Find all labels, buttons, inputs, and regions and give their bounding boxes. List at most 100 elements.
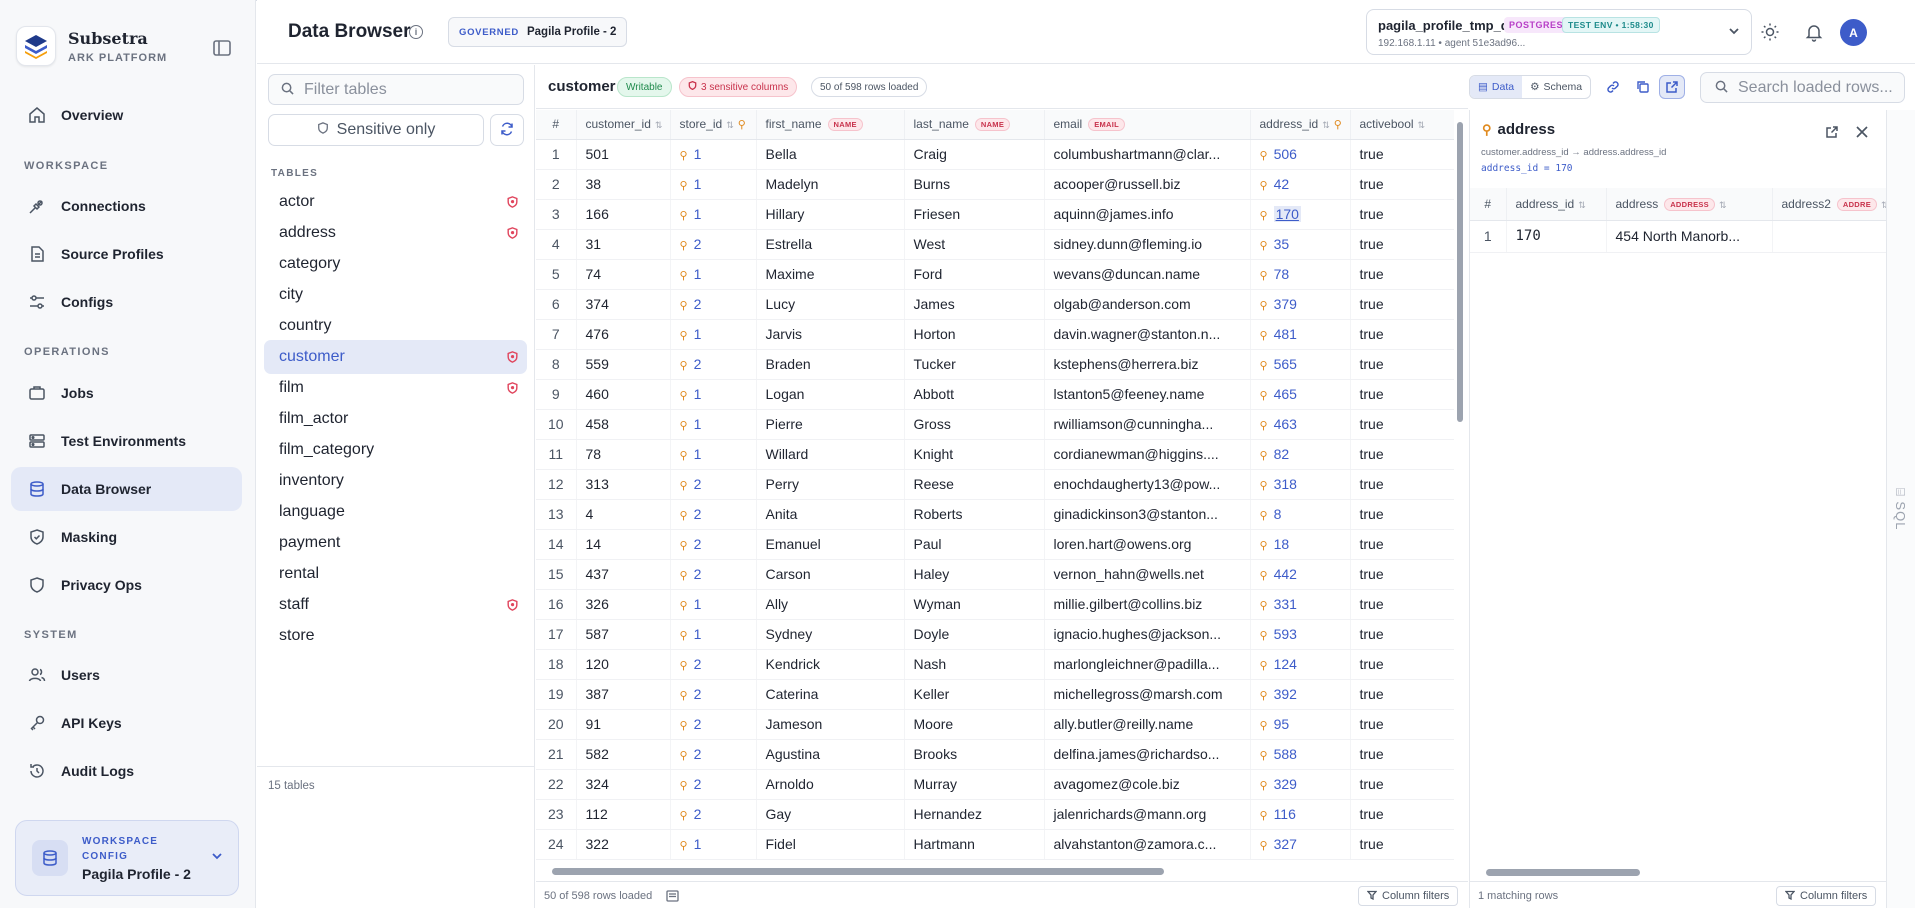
cell-address-id[interactable]: ⚲ 170: [1250, 199, 1351, 230]
cell-email[interactable]: millie.gilbert@collins.biz: [1044, 589, 1251, 620]
cell-address-id[interactable]: ⚲ 465: [1250, 379, 1351, 410]
cell-email[interactable]: kstephens@herrera.biz: [1044, 349, 1251, 380]
address-link[interactable]: 481: [1274, 326, 1297, 342]
nav-configs[interactable]: Configs: [11, 280, 242, 324]
address-link[interactable]: 8: [1274, 506, 1282, 522]
table-item-customer[interactable]: customer: [264, 340, 527, 374]
cell-first-name[interactable]: Logan: [756, 379, 905, 410]
cell-activebool[interactable]: true: [1350, 349, 1454, 380]
sort-icon[interactable]: ⇅: [1719, 200, 1727, 210]
nav-audit-logs[interactable]: Audit Logs: [11, 749, 242, 793]
external-link-icon[interactable]: [1659, 75, 1685, 99]
cell-first-name[interactable]: Bella: [756, 139, 905, 170]
column-header-address2[interactable]: address2ADDRE⇅: [1772, 188, 1887, 221]
address-link[interactable]: 465: [1274, 386, 1297, 402]
cell-address-id[interactable]: ⚲ 463: [1250, 409, 1351, 440]
cell-customer-id[interactable]: 313: [576, 469, 671, 500]
cell-last-name[interactable]: Nash: [904, 649, 1045, 680]
cell-address-id[interactable]: ⚲ 588: [1250, 739, 1351, 770]
cell-customer-id[interactable]: 324: [576, 769, 671, 800]
cell-customer-id[interactable]: 501: [576, 139, 671, 170]
filter-tables-input[interactable]: [304, 80, 504, 99]
cell-last-name[interactable]: Paul: [904, 529, 1045, 560]
cell-customer-id[interactable]: 476: [576, 319, 671, 350]
cell-activebool[interactable]: true: [1350, 799, 1454, 830]
horizontal-scrollbar[interactable]: [540, 866, 1458, 876]
cell-address-id[interactable]: ⚲ 35: [1250, 229, 1351, 260]
store-link[interactable]: 1: [694, 266, 702, 282]
store-link[interactable]: 1: [694, 176, 702, 192]
related-horizontal-scrollbar[interactable]: [1474, 867, 1878, 877]
table-row[interactable]: 15 437 ⚲ 2 Carson Haley vernon_hahn@wells.net ⚲…: [536, 559, 1454, 590]
cell-store-id[interactable]: ⚲ 1: [670, 589, 757, 620]
cell-activebool[interactable]: true: [1350, 829, 1454, 860]
table-row[interactable]: 1 501 ⚲ 1 Bella Craig columbushartmann@clar...…: [536, 139, 1454, 170]
address-link[interactable]: 18: [1274, 536, 1290, 552]
cell-email[interactable]: delfina.james@richardso...: [1044, 739, 1251, 770]
table-item-staff[interactable]: staff: [264, 588, 527, 622]
table-row[interactable]: 4 31 ⚲ 2 Estrella West sidney.dunn@fleming.io ⚲…: [536, 229, 1454, 260]
store-link[interactable]: 2: [694, 296, 702, 312]
address-link[interactable]: 318: [1274, 476, 1297, 492]
cell-customer-id[interactable]: 78: [576, 439, 671, 470]
column-header-last-name[interactable]: last_name NAME: [904, 110, 1045, 140]
cell-first-name[interactable]: Braden: [756, 349, 905, 380]
column-header-address-id[interactable]: address_id ⇅: [1506, 188, 1607, 221]
cell-store-id[interactable]: ⚲ 1: [670, 319, 757, 350]
cell-customer-id[interactable]: 38: [576, 169, 671, 200]
cell-first-name[interactable]: Arnoldo: [756, 769, 905, 800]
column-filters-button[interactable]: Column filters: [1358, 886, 1459, 906]
cell-store-id[interactable]: ⚲ 2: [670, 559, 757, 590]
cell-first-name[interactable]: Sydney: [756, 619, 905, 650]
cell-last-name[interactable]: James: [904, 289, 1045, 320]
column-header--[interactable]: #: [536, 110, 577, 140]
store-link[interactable]: 2: [694, 806, 702, 822]
store-link[interactable]: 1: [694, 386, 702, 402]
cell-first-name[interactable]: Ally: [756, 589, 905, 620]
cell-last-name[interactable]: Burns: [904, 169, 1045, 200]
table-item-payment[interactable]: payment: [264, 526, 527, 560]
table-row[interactable]: 3 166 ⚲ 1 Hillary Friesen aquinn@james.info ⚲ 17…: [536, 199, 1454, 230]
cell-last-name[interactable]: West: [904, 229, 1045, 260]
cell-first-name[interactable]: Jarvis: [756, 319, 905, 350]
column-header-activebool[interactable]: activebool ⇅: [1350, 110, 1454, 140]
info-icon[interactable]: i: [409, 25, 423, 39]
cell-store-id[interactable]: ⚲ 1: [670, 169, 757, 200]
cell-customer-id[interactable]: 14: [576, 529, 671, 560]
related-cell-address[interactable]: 454 North Manorb...: [1606, 220, 1773, 253]
cell-customer-id[interactable]: 437: [576, 559, 671, 590]
cell-activebool[interactable]: true: [1350, 739, 1454, 770]
cell-last-name[interactable]: Tucker: [904, 349, 1045, 380]
sort-icon[interactable]: ⇅: [1418, 120, 1426, 130]
cell-email[interactable]: ginadickinson3@stanton...: [1044, 499, 1251, 530]
sensitive-only-button[interactable]: Sensitive only: [268, 114, 484, 146]
link-icon[interactable]: [1600, 75, 1626, 99]
cell-last-name[interactable]: Keller: [904, 679, 1045, 710]
sort-icon[interactable]: ⇅: [1322, 120, 1330, 130]
cell-activebool[interactable]: true: [1350, 379, 1454, 410]
cell-email[interactable]: loren.hart@owens.org: [1044, 529, 1251, 560]
address-link[interactable]: 588: [1274, 746, 1297, 762]
nav-data-browser[interactable]: Data Browser: [11, 467, 242, 511]
store-link[interactable]: 2: [694, 476, 702, 492]
column-header-email[interactable]: email EMAIL: [1044, 110, 1251, 140]
cell-activebool[interactable]: true: [1350, 139, 1454, 170]
cell-first-name[interactable]: Anita: [756, 499, 905, 530]
cell-first-name[interactable]: Fidel: [756, 829, 905, 860]
cell-activebool[interactable]: true: [1350, 709, 1454, 740]
cell-last-name[interactable]: Craig: [904, 139, 1045, 170]
cell-address-id[interactable]: ⚲ 565: [1250, 349, 1351, 380]
cell-store-id[interactable]: ⚲ 1: [670, 379, 757, 410]
cell-email[interactable]: ally.butler@reilly.name: [1044, 709, 1251, 740]
table-row[interactable]: 11 78 ⚲ 1 Willard Knight cordianewman@higgins.…: [536, 439, 1454, 470]
cell-address-id[interactable]: ⚲ 18: [1250, 529, 1351, 560]
cell-store-id[interactable]: ⚲ 1: [670, 619, 757, 650]
cell-activebool[interactable]: true: [1350, 559, 1454, 590]
sort-icon[interactable]: ⇅: [1578, 200, 1586, 210]
table-row[interactable]: 18 120 ⚲ 2 Kendrick Nash marlongleichner@padil…: [536, 649, 1454, 680]
cell-last-name[interactable]: Reese: [904, 469, 1045, 500]
table-row[interactable]: 5 74 ⚲ 1 Maxime Ford wevans@duncan.name ⚲ 78 true: [536, 259, 1454, 290]
nav-api-keys[interactable]: API Keys: [11, 701, 242, 745]
cell-email[interactable]: vernon_hahn@wells.net: [1044, 559, 1251, 590]
column-header-address-id[interactable]: address_id ⇅ ⚲: [1250, 110, 1351, 140]
